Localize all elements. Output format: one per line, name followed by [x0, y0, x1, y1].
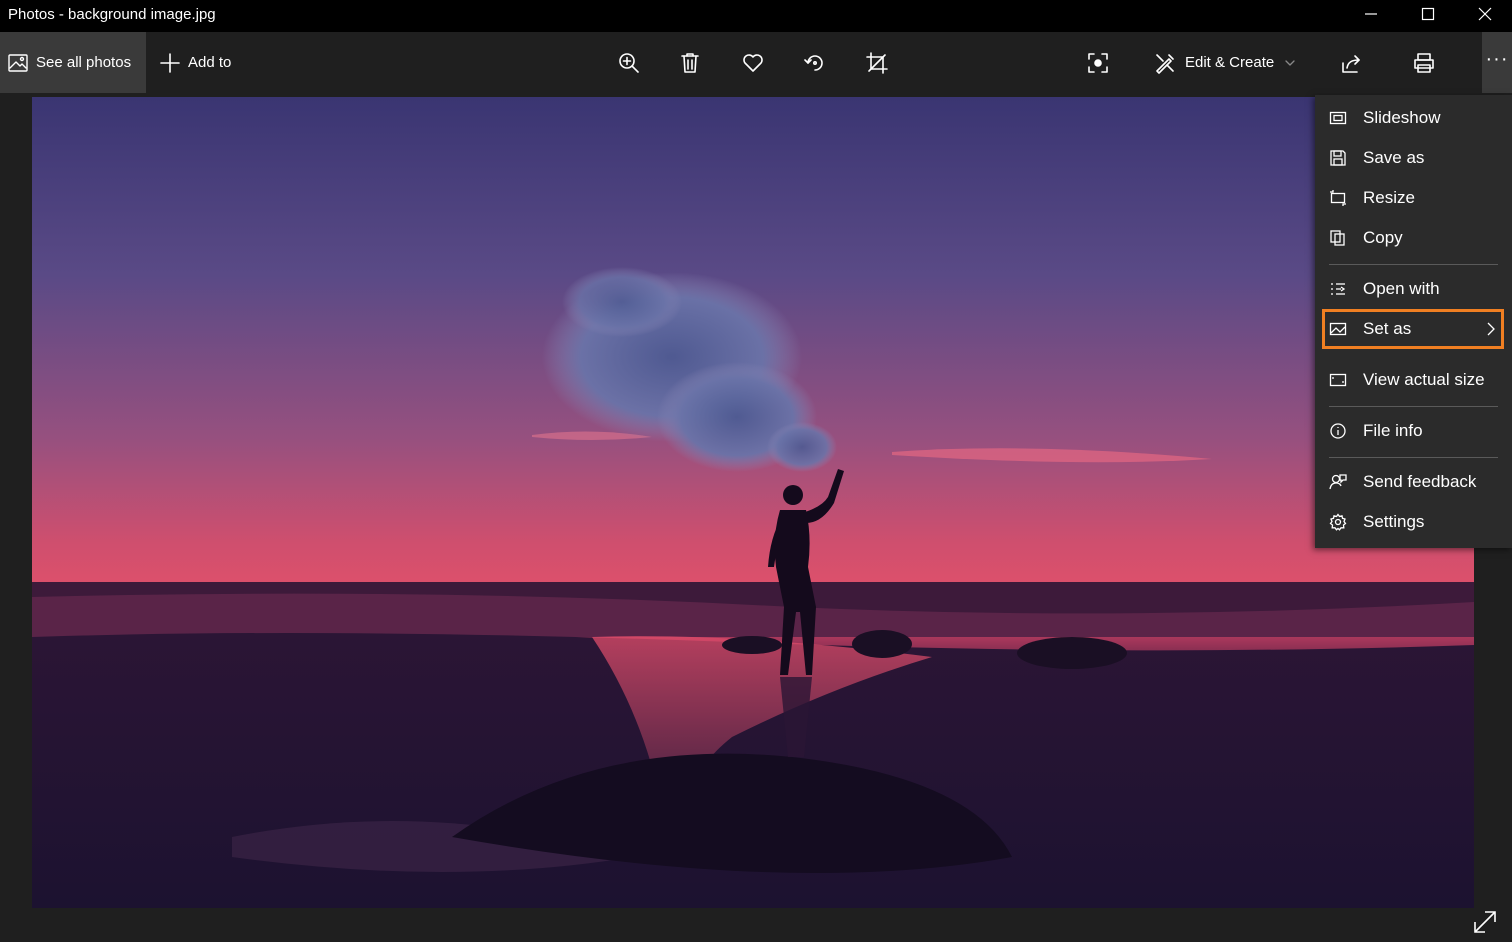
- chevron-right-icon: [1486, 321, 1496, 337]
- rotate-icon: [804, 52, 826, 74]
- crop-icon: [866, 52, 888, 74]
- delete-icon: [680, 52, 700, 74]
- photos-icon: [8, 53, 28, 73]
- see-all-photos-button[interactable]: See all photos: [0, 32, 146, 93]
- menu-item-resize[interactable]: Resize: [1315, 178, 1512, 218]
- share-icon: [1340, 52, 1362, 74]
- see-all-photos-label: See all photos: [36, 54, 131, 71]
- window-title: Photos - background image.jpg: [8, 6, 216, 23]
- close-button[interactable]: [1457, 0, 1512, 28]
- minimize-button[interactable]: [1343, 0, 1399, 28]
- menu-item-label: Open with: [1363, 279, 1440, 299]
- menu-separator: [1329, 457, 1498, 458]
- chevron-down-icon: [1284, 57, 1296, 69]
- favorite-button[interactable]: [742, 32, 764, 93]
- print-button[interactable]: [1413, 32, 1435, 93]
- copy-icon: [1329, 229, 1347, 247]
- menu-separator: [1329, 406, 1498, 407]
- heart-icon: [742, 53, 764, 73]
- menu-item-view-actual-size[interactable]: View actual size: [1315, 360, 1512, 400]
- slideshow-icon: [1329, 109, 1347, 127]
- more-icon: ···: [1486, 49, 1509, 69]
- zoom-button[interactable]: [618, 32, 640, 93]
- menu-item-label: Save as: [1363, 148, 1424, 168]
- menu-item-set-as[interactable]: Set as: [1315, 309, 1512, 349]
- menu-item-label: Send feedback: [1363, 472, 1476, 492]
- photo[interactable]: [32, 97, 1474, 908]
- plus-icon: [160, 53, 180, 73]
- menu-item-label: Resize: [1363, 188, 1415, 208]
- minimize-icon: [1364, 7, 1378, 21]
- menu-item-copy[interactable]: Copy: [1315, 218, 1512, 258]
- more-options-button[interactable]: ···: [1482, 32, 1512, 93]
- photo-image: [32, 97, 1474, 908]
- set-as-icon: [1329, 320, 1347, 338]
- visual-search-icon: [1087, 52, 1109, 74]
- maximize-button[interactable]: [1400, 0, 1456, 28]
- menu-item-open-with[interactable]: Open with: [1315, 269, 1512, 309]
- visual-search-button[interactable]: [1087, 32, 1109, 93]
- photo-canvas: [0, 93, 1512, 942]
- menu-item-label: Slideshow: [1363, 108, 1441, 128]
- edit-create-label: Edit & Create: [1185, 54, 1274, 71]
- menu-item-label: Settings: [1363, 512, 1424, 532]
- add-to-button[interactable]: Add to: [160, 32, 231, 93]
- menu-item-label: Set as: [1363, 319, 1411, 339]
- menu-item-label: File info: [1363, 421, 1423, 441]
- zoom-in-icon: [618, 52, 640, 74]
- save-icon: [1329, 149, 1347, 167]
- print-icon: [1413, 52, 1435, 74]
- menu-item-slideshow[interactable]: Slideshow: [1315, 98, 1512, 138]
- rotate-button[interactable]: [804, 32, 826, 93]
- settings-icon: [1329, 513, 1347, 531]
- edit-create-icon: [1154, 52, 1176, 74]
- close-icon: [1478, 7, 1492, 21]
- edit-create-button[interactable]: Edit & Create: [1154, 32, 1296, 93]
- menu-item-settings[interactable]: Settings: [1315, 502, 1512, 542]
- toolbar: See all photos Add to: [0, 32, 1512, 93]
- menu-item-label: Copy: [1363, 228, 1403, 248]
- share-button[interactable]: [1340, 32, 1362, 93]
- actual-size-icon: [1329, 371, 1347, 389]
- feedback-icon: [1329, 473, 1347, 491]
- open-with-icon: [1329, 280, 1347, 298]
- info-icon: [1329, 422, 1347, 440]
- menu-item-label: View actual size: [1363, 370, 1485, 390]
- full-screen-button[interactable]: [1470, 907, 1500, 937]
- expand-icon: [1470, 907, 1500, 937]
- delete-button[interactable]: [680, 32, 700, 93]
- title-bar: Photos - background image.jpg: [0, 0, 1512, 32]
- crop-button[interactable]: [866, 32, 888, 93]
- resize-icon: [1329, 189, 1347, 207]
- menu-item-save-as[interactable]: Save as: [1315, 138, 1512, 178]
- more-options-menu: Slideshow Save as Resize Copy Open with …: [1315, 95, 1512, 548]
- menu-item-file-info[interactable]: File info: [1315, 411, 1512, 451]
- menu-separator: [1329, 264, 1498, 265]
- menu-item-send-feedback[interactable]: Send feedback: [1315, 462, 1512, 502]
- add-to-label: Add to: [188, 54, 231, 71]
- maximize-icon: [1421, 7, 1435, 21]
